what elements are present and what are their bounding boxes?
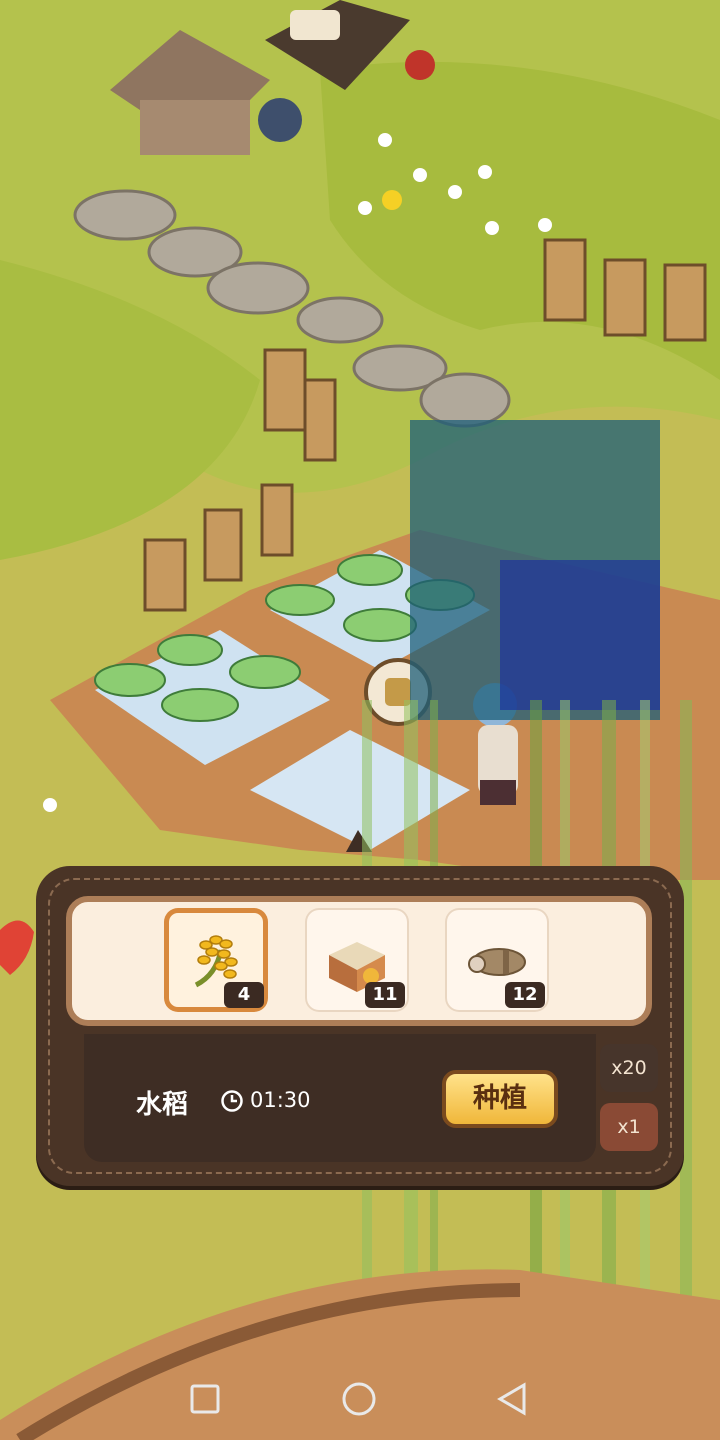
seed-count: 11	[365, 982, 405, 1008]
multiplier-20-button[interactable]: x20	[600, 1044, 658, 1092]
plant-button[interactable]: 种植	[442, 1070, 558, 1128]
crop-name: 水稻	[136, 1090, 189, 1120]
seed-slot-rice[interactable]: 4	[164, 908, 268, 1012]
grow-time: 01:30	[250, 1088, 311, 1112]
seed-count: 12	[505, 982, 545, 1008]
system-nav-bar	[190, 1382, 526, 1416]
circle-icon[interactable]	[342, 1382, 376, 1416]
seed-count: 4	[224, 982, 264, 1008]
clock-icon	[221, 1090, 243, 1112]
farm-scene	[0, 0, 720, 1440]
triangle-back-icon[interactable]	[497, 1382, 526, 1416]
seed-slot-sausage[interactable]: 12	[445, 908, 549, 1012]
square-icon[interactable]	[190, 1384, 220, 1414]
seed-slot-grain[interactable]: 11	[305, 908, 409, 1012]
multiplier-1-button[interactable]: x1	[600, 1103, 658, 1151]
